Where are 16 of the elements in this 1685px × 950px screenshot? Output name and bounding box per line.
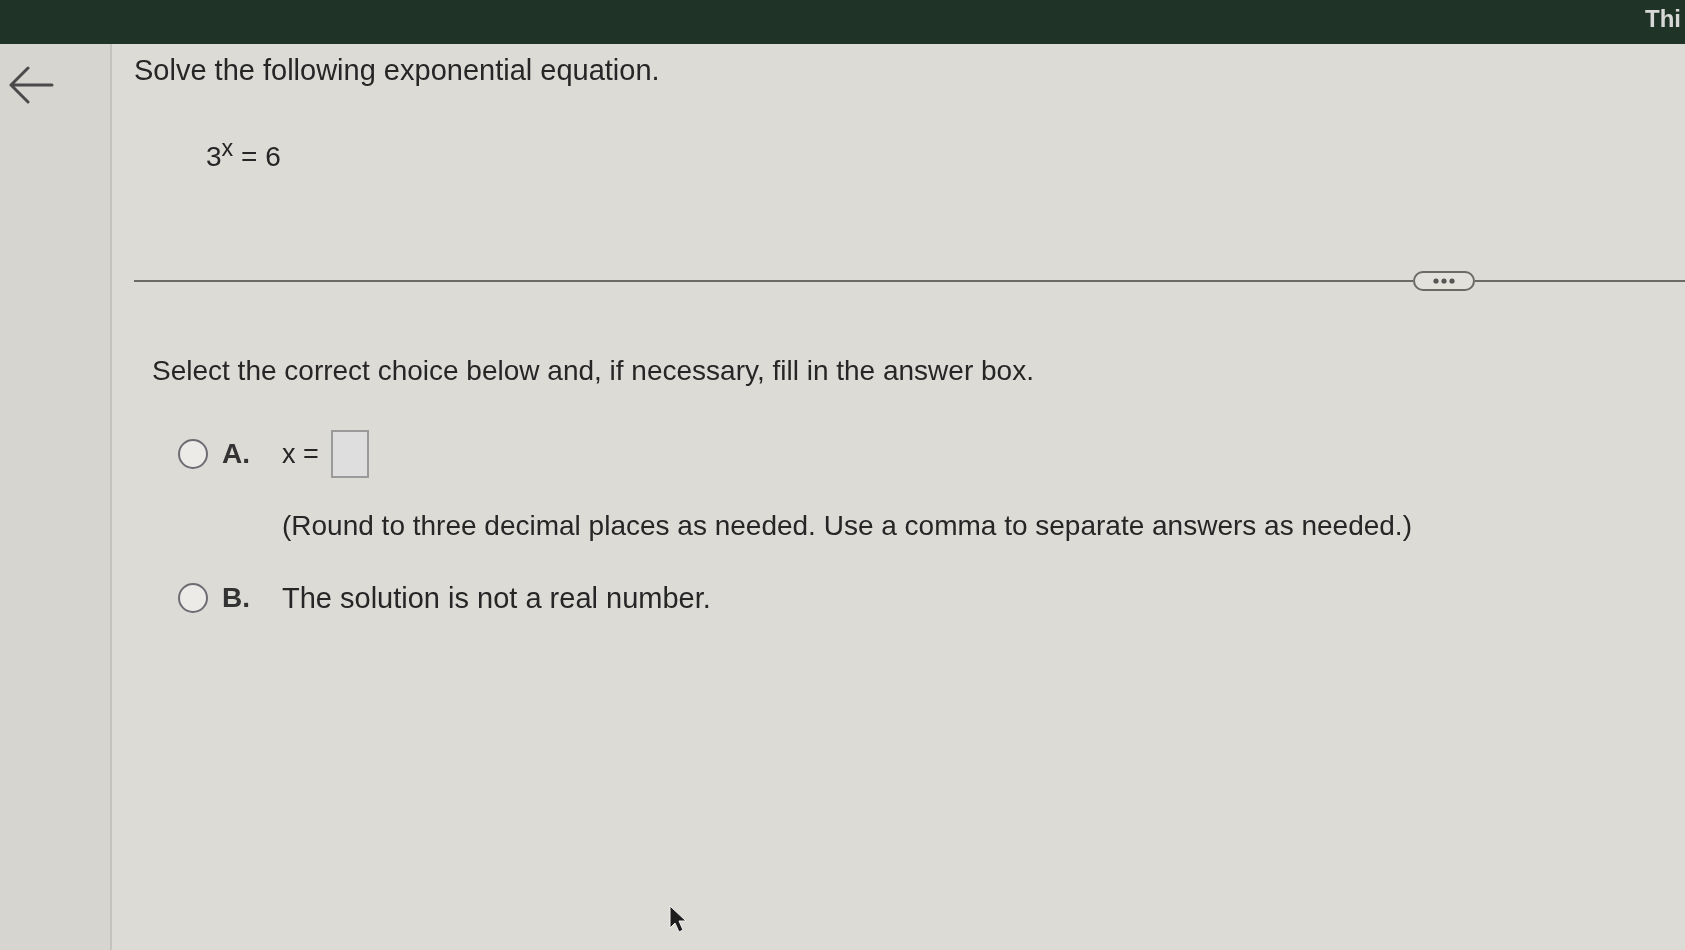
equation: 3$^{x}$ = 6 (205, 134, 282, 175)
choice-text: The solution is not a real number. (282, 581, 711, 617)
radio-button[interactable] (178, 439, 208, 470)
mouse-pointer-icon (668, 904, 688, 934)
header-text: Thi (1645, 4, 1681, 34)
back-arrow-icon (8, 66, 54, 104)
more-dots-icon (1433, 278, 1455, 285)
choice-letter: A. (222, 437, 251, 472)
back-button[interactable] (8, 66, 54, 104)
radio-button[interactable] (178, 583, 208, 614)
prompt-text: Select the correct choice below and, if necessary, fill in the answer box. (151, 354, 1035, 389)
equation-label: x = (282, 438, 319, 472)
rounding-note: (Round to three decimal places as needed. Use a comma to separate answers as needed.) (282, 509, 1412, 544)
more-button[interactable] (1413, 271, 1475, 292)
question-instruction: Solve the following exponential equation. (134, 53, 661, 88)
choice-letter: B. (222, 581, 251, 616)
